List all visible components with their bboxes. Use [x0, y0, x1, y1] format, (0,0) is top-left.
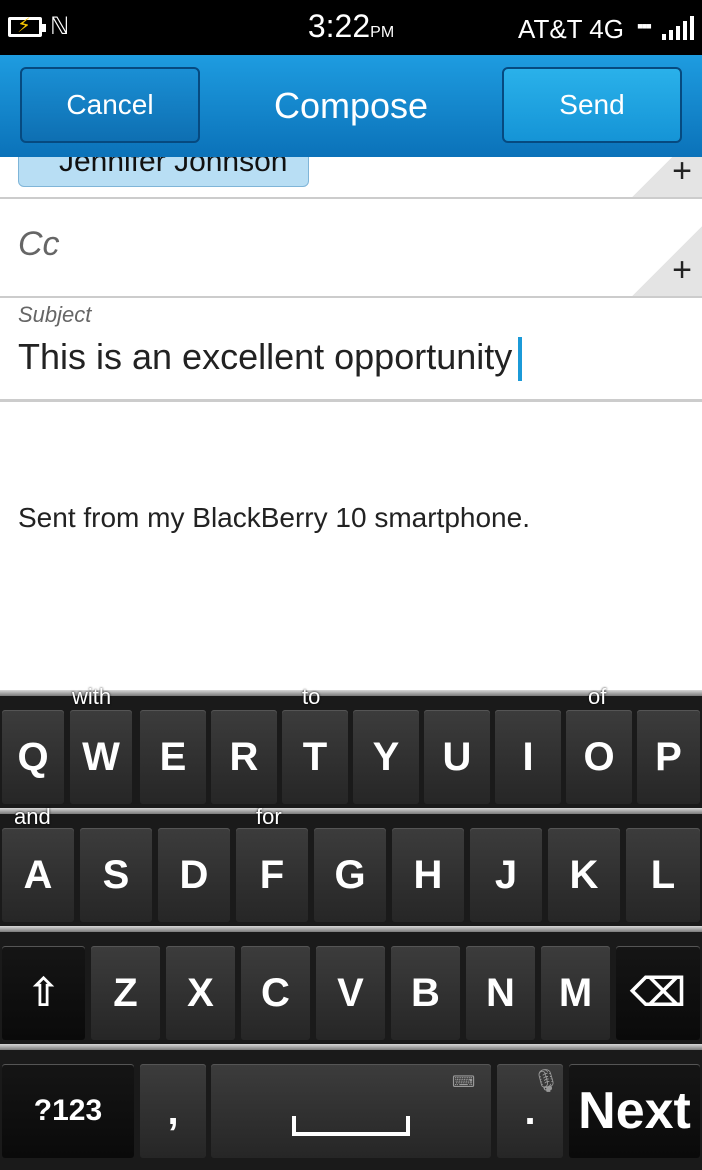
key-s[interactable]: S: [80, 828, 152, 922]
key-d[interactable]: D: [158, 828, 230, 922]
key-i[interactable]: I: [495, 710, 561, 804]
shift-key[interactable]: ⇧: [2, 946, 85, 1040]
key-e[interactable]: E: [140, 710, 206, 804]
status-bar: ⚡ ℕ 3:22PM AT&T 4G ▪▪▪: [0, 0, 702, 55]
key-f[interactable]: F: [236, 828, 308, 922]
add-cc-icon[interactable]: +: [672, 251, 692, 290]
subject-field[interactable]: Subject This is an excellent opportunity: [0, 298, 702, 402]
next-key[interactable]: Next: [569, 1064, 700, 1158]
send-button[interactable]: Send: [502, 67, 682, 143]
bbm-icon: ▪▪▪: [636, 16, 652, 36]
carrier-label: AT&T 4G: [518, 14, 624, 44]
shift-icon: ⇧: [26, 971, 61, 1015]
backspace-icon: ⌫: [629, 971, 687, 1015]
text-cursor: [518, 337, 523, 382]
key-y[interactable]: Y: [353, 710, 419, 804]
keyboard-fret: [0, 926, 702, 932]
subject-input[interactable]: This is an excellent opportunity: [18, 336, 523, 382]
key-a[interactable]: A: [2, 828, 74, 922]
prediction-word[interactable]: of: [588, 684, 606, 710]
key-w[interactable]: W: [70, 710, 132, 804]
subject-value: This is an excellent opportunity: [18, 336, 513, 377]
key-b[interactable]: B: [391, 946, 460, 1040]
key-c[interactable]: C: [241, 946, 310, 1040]
prediction-word[interactable]: with: [72, 684, 111, 710]
space-bar-icon: [292, 1116, 410, 1136]
key-g[interactable]: G: [314, 828, 386, 922]
microphone-icon[interactable]: 🎙: [532, 1068, 560, 1094]
key-j[interactable]: J: [470, 828, 542, 922]
comma-key[interactable]: ,: [140, 1064, 206, 1158]
key-q[interactable]: Q: [2, 710, 64, 804]
key-o[interactable]: O: [566, 710, 632, 804]
key-p[interactable]: P: [637, 710, 700, 804]
keyboard-fret: [0, 1044, 702, 1050]
add-recipient-icon[interactable]: +: [672, 157, 692, 191]
key-r[interactable]: R: [211, 710, 277, 804]
compose-title-bar: Cancel Compose Send: [0, 55, 702, 157]
key-h[interactable]: H: [392, 828, 464, 922]
message-body[interactable]: Sent from my BlackBerry 10 smartphone.: [18, 502, 530, 534]
backspace-key[interactable]: ⌫: [616, 946, 700, 1040]
key-n[interactable]: N: [466, 946, 535, 1040]
key-v[interactable]: V: [316, 946, 385, 1040]
virtual-keyboard: Q W E R T Y U I O P A S D F G H J K L ⇧ …: [0, 684, 702, 1170]
key-l[interactable]: L: [626, 828, 700, 922]
to-field[interactable]: Jennifer Johnson +: [0, 157, 702, 199]
key-m[interactable]: M: [541, 946, 610, 1040]
prediction-word[interactable]: to: [302, 684, 320, 710]
key-z[interactable]: Z: [91, 946, 160, 1040]
key-k[interactable]: K: [548, 828, 620, 922]
cc-field[interactable]: Cc +: [0, 199, 702, 298]
key-x[interactable]: X: [166, 946, 235, 1040]
key-u[interactable]: U: [424, 710, 490, 804]
keyboard-fret: [0, 808, 702, 814]
signal-icon: [662, 16, 694, 40]
subject-label: Subject: [18, 302, 92, 327]
key-t[interactable]: T: [282, 710, 348, 804]
prediction-word[interactable]: and: [14, 804, 51, 830]
space-key[interactable]: [211, 1064, 491, 1158]
recipient-chip[interactable]: Jennifer Johnson: [18, 157, 309, 187]
cc-placeholder: Cc: [18, 225, 60, 263]
keyboard-hide-icon[interactable]: ⌨: [452, 1072, 475, 1092]
prediction-word[interactable]: for: [256, 804, 282, 830]
symbols-key[interactable]: ?123: [2, 1064, 134, 1158]
